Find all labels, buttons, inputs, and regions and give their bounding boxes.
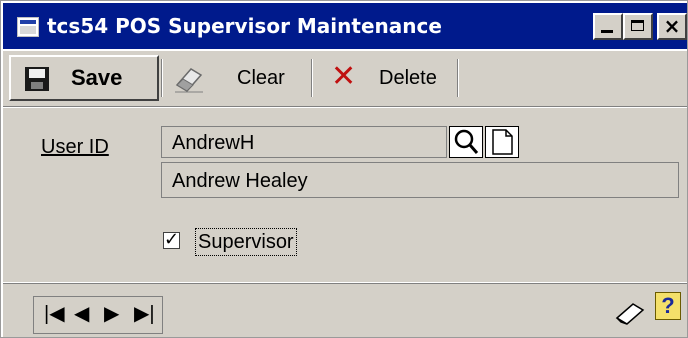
magnifier-icon	[454, 129, 479, 154]
floppy-disk-icon	[25, 67, 49, 91]
clear-button[interactable]: Clear	[237, 65, 285, 91]
toolbar: Save Clear ✕ Delete	[3, 51, 687, 107]
note-icon[interactable]	[613, 300, 647, 326]
user-id-label[interactable]: User ID	[41, 134, 109, 160]
eraser-icon[interactable]	[173, 63, 205, 93]
maximize-icon	[631, 20, 644, 31]
window-icon	[17, 17, 39, 37]
save-button[interactable]: Save	[9, 55, 159, 101]
maintenance-window: tcs54 POS Supervisor Maintenance × Save …	[0, 0, 688, 338]
lookup-button[interactable]	[449, 126, 483, 158]
form-area: User ID AndrewH Andrew Healey ✓ Supervis…	[3, 108, 687, 282]
close-button[interactable]: ×	[657, 13, 687, 40]
user-id-value: AndrewH	[172, 132, 255, 154]
record-navigation: |◀ ◀ ▶ ▶|	[33, 296, 163, 334]
previous-record-button[interactable]: ◀	[74, 300, 89, 328]
last-record-button[interactable]: ▶|	[134, 300, 155, 328]
help-question-icon[interactable]: ?	[655, 292, 681, 320]
maximize-button[interactable]	[623, 13, 653, 40]
blank-page-icon	[492, 129, 513, 155]
check-mark-icon: ✓	[164, 229, 180, 250]
minimize-icon	[601, 30, 613, 33]
supervisor-label[interactable]: Supervisor	[195, 228, 297, 256]
next-record-button[interactable]: ▶	[104, 300, 119, 328]
toolbar-divider	[161, 59, 163, 97]
supervisor-checkbox[interactable]: ✓	[163, 229, 180, 250]
title-bar[interactable]: tcs54 POS Supervisor Maintenance ×	[3, 3, 687, 49]
minimize-button[interactable]	[593, 13, 623, 40]
toolbar-divider	[457, 59, 459, 97]
user-name-value: Andrew Healey	[172, 170, 308, 192]
status-bar: |◀ ◀ ▶ ▶| ?	[3, 283, 687, 337]
window-title: tcs54 POS Supervisor Maintenance	[47, 14, 442, 38]
toolbar-divider	[311, 59, 313, 97]
first-record-button[interactable]: |◀	[44, 300, 65, 328]
help-glyph: ?	[661, 293, 675, 318]
delete-button[interactable]: Delete	[379, 65, 437, 91]
red-x-icon[interactable]: ✕	[331, 59, 356, 95]
user-name-field[interactable]: Andrew Healey	[161, 162, 679, 198]
close-icon: ×	[663, 14, 681, 38]
user-id-field[interactable]: AndrewH	[161, 126, 447, 158]
new-record-button[interactable]	[485, 126, 519, 158]
save-label: Save	[71, 65, 123, 90]
